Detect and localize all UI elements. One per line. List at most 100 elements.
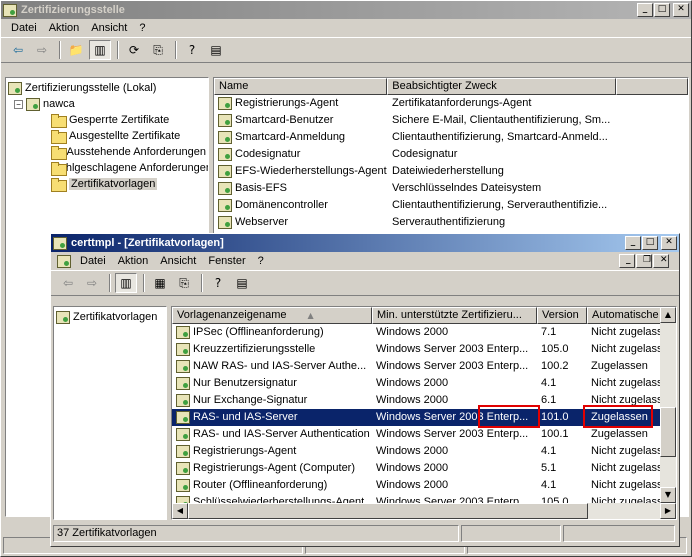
back-arrow-icon[interactable]: ⇦ bbox=[7, 40, 29, 60]
hscroll-thumb[interactable] bbox=[188, 503, 588, 519]
inner-menu-ansicht[interactable]: Ansicht bbox=[154, 255, 202, 267]
doc-close-button[interactable]: ✕ bbox=[653, 254, 669, 268]
menu-datei[interactable]: Datei bbox=[5, 22, 43, 34]
column-name[interactable]: Name bbox=[214, 78, 388, 95]
forward-arrow-icon[interactable]: ⇨ bbox=[81, 273, 103, 293]
certificate-template-icon bbox=[176, 377, 190, 390]
tree-item-fehlgeschlagene[interactable]: Fehlgeschlagene Anforderungen bbox=[8, 160, 208, 176]
row-name: RAS- und IAS-Server Authentication bbox=[172, 426, 372, 443]
table-row[interactable]: Webserver Serverauthentifizierung bbox=[214, 214, 688, 231]
document-icon[interactable] bbox=[57, 254, 71, 268]
tree-root[interactable]: Zertifizierungsstelle (Lokal) bbox=[8, 80, 206, 96]
tree-item-nawca[interactable]: − nawca bbox=[8, 96, 206, 112]
inner-statusbar: 37 Zertifikatvorlagen bbox=[53, 525, 677, 543]
tree-item-gesperrte[interactable]: Gesperrte Zertifikate bbox=[8, 112, 206, 128]
row-auto: Nicht zugelassen bbox=[591, 462, 662, 474]
menu-help[interactable]: ? bbox=[133, 22, 151, 34]
row-version: 7.1 bbox=[541, 326, 557, 338]
folder-icon bbox=[50, 146, 67, 160]
table-row[interactable]: Codesignatur Codesignatur bbox=[214, 146, 688, 163]
inner-menubar: Datei Aktion Ansicht Fenster ? _ ❐ ✕ bbox=[51, 252, 679, 270]
sort-ascending-icon: ▲ bbox=[307, 311, 314, 320]
outer-titlebar[interactable]: Zertifizierungsstelle _ □ ✕ bbox=[1, 1, 691, 19]
scroll-left-button[interactable]: ◀ bbox=[172, 503, 188, 519]
minimize-button[interactable]: _ bbox=[637, 3, 653, 17]
column-purpose[interactable]: Beabsichtigter Zweck bbox=[387, 78, 617, 95]
column-auto[interactable]: Automatische R bbox=[587, 307, 662, 324]
back-arrow-icon[interactable]: ⇦ bbox=[57, 273, 79, 293]
show-tree-icon[interactable]: ▥ bbox=[115, 273, 137, 293]
forward-arrow-icon[interactable]: ⇨ bbox=[31, 40, 53, 60]
help-icon[interactable]: ? bbox=[207, 273, 229, 293]
column-min[interactable]: Min. unterstützte Zertifizieru... bbox=[372, 307, 537, 324]
inner-close-button[interactable]: ✕ bbox=[661, 236, 677, 250]
row-name: Basis-EFS bbox=[214, 180, 388, 197]
table-row[interactable]: Basis-EFS Verschlüsselndes Dateisystem bbox=[214, 180, 688, 197]
tree-item-ausstehende[interactable]: Ausstehende Anforderungen bbox=[8, 144, 206, 160]
table-row[interactable]: Nur Benutzersignatur Windows 2000 4.1 Nicht… bbox=[172, 375, 676, 392]
close-button[interactable]: ✕ bbox=[673, 3, 689, 17]
table-row[interactable]: Smartcard-Benutzer Sichere E-Mail, Client… bbox=[214, 112, 688, 129]
inner-maximize-button[interactable]: □ bbox=[642, 236, 658, 250]
row-name: Nur Exchange-Signatur bbox=[172, 392, 372, 409]
console-icon[interactable]: ▤ bbox=[231, 273, 253, 293]
menu-ansicht[interactable]: Ansicht bbox=[85, 22, 133, 34]
export-list-icon[interactable]: ⎘ bbox=[147, 40, 169, 60]
table-row[interactable]: Registrierungs-Agent Zertifikatanforderun… bbox=[214, 95, 688, 112]
inner-menu-datei[interactable]: Datei bbox=[74, 255, 112, 267]
doc-restore-button[interactable]: ❐ bbox=[636, 254, 652, 268]
column-version[interactable]: Version bbox=[537, 307, 587, 324]
certificate-template-icon bbox=[218, 216, 232, 229]
help-icon[interactable]: ? bbox=[181, 40, 203, 60]
inner-window: certtmpl - [Zertifikatvorlagen] _ □ ✕ Da… bbox=[50, 233, 680, 547]
certificate-template-icon bbox=[176, 462, 190, 475]
table-row[interactable]: EFS-Wiederherstellungs-Agent Dateiwiederh… bbox=[214, 163, 688, 180]
scroll-down-button[interactable]: ▼ bbox=[660, 487, 676, 503]
column-vorlagenname[interactable]: Vorlagenanzeigename ▲ bbox=[172, 307, 372, 324]
properties-icon[interactable]: ▦ bbox=[149, 273, 171, 293]
table-row[interactable]: Registrierungs-Agent (Computer) Windows 2… bbox=[172, 460, 676, 477]
menu-aktion[interactable]: Aktion bbox=[43, 22, 86, 34]
table-row[interactable]: Router (Offlineanforderung) Windows 2000 4… bbox=[172, 477, 676, 494]
inner-menu-aktion[interactable]: Aktion bbox=[112, 255, 155, 267]
table-row[interactable]: IPSec (Offlineanforderung) Windows 2000 7.… bbox=[172, 324, 676, 341]
table-row[interactable]: NAW RAS- und IAS-Server Authe... Windows … bbox=[172, 358, 676, 375]
refresh-icon[interactable]: ⟳ bbox=[123, 40, 145, 60]
row-name: Codesignatur bbox=[214, 146, 388, 163]
scroll-thumb[interactable] bbox=[660, 407, 676, 457]
inner-title: certtmpl - [Zertifikatvorlagen] bbox=[71, 237, 224, 249]
certificate-template-icon bbox=[218, 148, 232, 161]
scroll-up-button[interactable]: ▲ bbox=[660, 307, 676, 323]
inner-hscrollbar[interactable]: ◀ ▶ bbox=[172, 503, 676, 519]
up-folder-icon[interactable]: 📁 bbox=[65, 40, 87, 60]
inner-menu-help[interactable]: ? bbox=[252, 255, 270, 267]
inner-tree-item[interactable]: Zertifikatvorlagen bbox=[54, 307, 166, 327]
export-list-icon[interactable]: ⎘ bbox=[173, 273, 195, 293]
open-folder-icon bbox=[50, 178, 67, 192]
row-min: Windows 2000 bbox=[376, 479, 449, 491]
inner-titlebar[interactable]: certtmpl - [Zertifikatvorlagen] _ □ ✕ bbox=[51, 234, 679, 252]
table-row[interactable]: Domänencontroller Clientauthentifizierung… bbox=[214, 197, 688, 214]
tree-item-zertifikatvorlagen[interactable]: Zertifikatvorlagen bbox=[8, 176, 206, 192]
scroll-right-button[interactable]: ▶ bbox=[660, 503, 676, 519]
inner-minimize-button[interactable]: _ bbox=[625, 236, 641, 250]
row-version: 5.1 bbox=[541, 462, 557, 474]
ca-check-icon bbox=[26, 97, 40, 111]
properties-icon[interactable]: ▤ bbox=[205, 40, 227, 60]
inner-vscrollbar[interactable]: ▲ ▼ bbox=[660, 307, 676, 503]
tree-item-ausgestellte[interactable]: Ausgestellte Zertifikate bbox=[8, 128, 206, 144]
doc-minimize-button[interactable]: _ bbox=[619, 254, 635, 268]
inner-menu-fenster[interactable]: Fenster bbox=[202, 255, 251, 267]
row-name: Webserver bbox=[214, 214, 388, 231]
maximize-button[interactable]: □ bbox=[654, 3, 670, 17]
row-version: 100.1 bbox=[541, 428, 569, 440]
table-row[interactable]: Smartcard-Anmeldung Clientauthentifizieru… bbox=[214, 129, 688, 146]
collapse-icon[interactable]: − bbox=[14, 99, 23, 109]
certificate-template-icon bbox=[218, 97, 232, 110]
outer-list-body: Registrierungs-Agent Zertifikatanforderun… bbox=[214, 95, 688, 231]
show-tree-icon[interactable]: ▥ bbox=[89, 40, 111, 60]
row-version: 100.2 bbox=[541, 360, 569, 372]
table-row[interactable]: RAS- und IAS-Server Authentication Window… bbox=[172, 426, 676, 443]
table-row[interactable]: Registrierungs-Agent Windows 2000 4.1 Nicht… bbox=[172, 443, 676, 460]
table-row[interactable]: Kreuzzertifizierungsstelle Windows Server… bbox=[172, 341, 676, 358]
